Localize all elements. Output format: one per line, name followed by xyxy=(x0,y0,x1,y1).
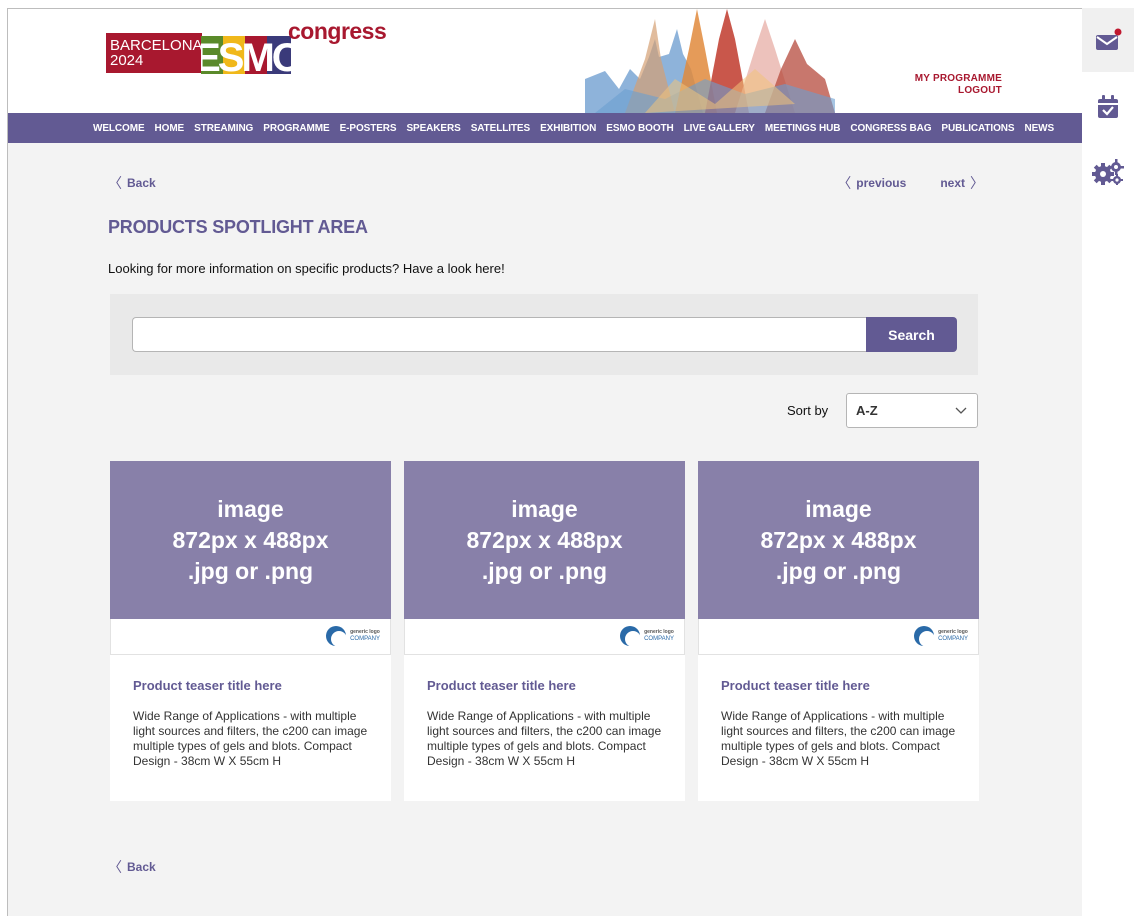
product-image-placeholder: image 872px x 488px .jpg or .png xyxy=(404,461,685,619)
logo-small-text: generic logo xyxy=(350,629,380,635)
chevron-left-icon: 〈 xyxy=(108,175,122,191)
product-description: Wide Range of Applications - with multip… xyxy=(133,709,368,768)
image-dimensions: 872px x 488px xyxy=(172,526,329,553)
sidebar-mail[interactable] xyxy=(1082,8,1134,72)
product-title[interactable]: Product teaser title here xyxy=(721,678,979,693)
nav-streaming[interactable]: STREAMING xyxy=(194,123,253,134)
product-image-placeholder: image 872px x 488px .jpg or .png xyxy=(698,461,979,619)
chevron-down-icon xyxy=(955,407,967,414)
gears-icon xyxy=(1092,159,1124,185)
image-dimensions: 872px x 488px xyxy=(466,526,623,553)
pagination-links: 〈 previous next 〉 xyxy=(837,173,984,193)
image-label: image xyxy=(511,495,578,522)
product-image-placeholder: image 872px x 488px .jpg or .png xyxy=(110,461,391,619)
sort-select[interactable]: A-Z xyxy=(846,393,978,428)
nav-programme[interactable]: PROGRAMME xyxy=(263,123,329,134)
main-content: 〈 Back 〈 previous next 〉 PRODUCTS SPOTLI… xyxy=(8,143,1082,916)
product-card[interactable]: image 872px x 488px .jpg or .png generic… xyxy=(404,461,685,801)
back-label: Back xyxy=(127,176,156,190)
barcelona-skyline-graphic xyxy=(585,9,835,113)
nav-satellites[interactable]: SATELLITES xyxy=(471,123,530,134)
logo-small-text: generic logo xyxy=(644,629,674,635)
header-links: MY PROGRAMME LOGOUT xyxy=(915,73,1002,97)
nav-exhibition[interactable]: EXHIBITION xyxy=(540,123,596,134)
company-logo: generic logo COMPANY xyxy=(619,625,674,647)
next-link[interactable]: next 〉 xyxy=(940,173,984,193)
nav-home[interactable]: HOME xyxy=(155,123,185,134)
company-logo: generic logo COMPANY xyxy=(325,625,380,647)
logo-year: 2024 xyxy=(110,52,144,69)
company-logo-icon xyxy=(620,626,642,647)
back-link-top[interactable]: 〈 Back xyxy=(108,173,156,193)
company-logo-icon xyxy=(914,626,936,647)
back-link-bottom[interactable]: 〈 Back xyxy=(108,857,156,877)
image-formats: .jpg or .png xyxy=(481,557,608,584)
back-label: Back xyxy=(127,860,156,874)
image-label: image xyxy=(805,495,872,522)
intro-text: Looking for more information on specific… xyxy=(108,261,505,276)
product-title[interactable]: Product teaser title here xyxy=(133,678,391,693)
company-logo-icon xyxy=(326,626,348,647)
nav-meetings-hub[interactable]: MEETINGS HUB xyxy=(765,123,841,134)
product-card[interactable]: image 872px x 488px .jpg or .png generic… xyxy=(110,461,391,801)
nav-welcome[interactable]: WELCOME xyxy=(93,123,145,134)
unread-dot xyxy=(1114,28,1122,36)
calendar-check-icon xyxy=(1098,95,1118,118)
sort-selected-value: A-Z xyxy=(856,403,878,418)
company-logo-strip: generic logo COMPANY xyxy=(404,619,685,655)
product-description: Wide Range of Applications - with multip… xyxy=(427,709,662,768)
chevron-left-icon: 〈 xyxy=(108,859,122,875)
nav-congress-bag[interactable]: CONGRESS BAG xyxy=(850,123,931,134)
nav-live-gallery[interactable]: LIVE GALLERY xyxy=(684,123,755,134)
logo-city: BARCELONA xyxy=(110,37,203,54)
logo-company-text: COMPANY xyxy=(644,636,674,642)
logo-small-text: generic logo xyxy=(938,629,968,635)
image-dimensions: 872px x 488px xyxy=(760,526,917,553)
image-formats: .jpg or .png xyxy=(187,557,314,584)
previous-label: previous xyxy=(856,176,907,190)
logo-congress: congress xyxy=(288,18,387,44)
main-nav: WELCOME HOME STREAMING PROGRAMME E-POSTE… xyxy=(8,113,1082,143)
sidebar-calendar[interactable] xyxy=(1082,72,1134,142)
sidebar-settings[interactable] xyxy=(1082,142,1134,202)
mail-icon xyxy=(1096,28,1122,50)
search-button[interactable]: Search xyxy=(866,317,957,352)
sort-label: Sort by xyxy=(787,403,829,418)
image-formats: .jpg or .png xyxy=(775,557,902,584)
previous-link[interactable]: 〈 previous xyxy=(837,173,906,193)
nav-esmo-booth[interactable]: ESMO BOOTH xyxy=(606,123,673,134)
chevron-left-icon: 〈 xyxy=(837,175,852,191)
product-description: Wide Range of Applications - with multip… xyxy=(721,709,956,768)
company-logo-strip: generic logo COMPANY xyxy=(698,619,979,655)
nav-publications[interactable]: PUBLICATIONS xyxy=(941,123,1014,134)
chevron-right-icon: 〉 xyxy=(970,175,984,191)
logout-link[interactable]: LOGOUT xyxy=(915,85,1002,97)
image-label: image xyxy=(217,495,284,522)
search-input[interactable] xyxy=(132,317,867,352)
esmo-logo: ESMO xyxy=(201,36,293,74)
nav-news[interactable]: NEWS xyxy=(1024,123,1054,134)
product-card[interactable]: image 872px x 488px .jpg or .png generic… xyxy=(698,461,979,801)
nav-speakers[interactable]: SPEAKERS xyxy=(406,123,460,134)
company-logo-strip: generic logo COMPANY xyxy=(110,619,391,655)
my-programme-link[interactable]: MY PROGRAMME xyxy=(915,73,1002,85)
logo-company-text: COMPANY xyxy=(938,636,968,642)
logo-company-text: COMPANY xyxy=(350,636,380,642)
search-panel: Search xyxy=(110,294,978,375)
svg-text:ESMO: ESMO xyxy=(201,36,293,74)
nav-e-posters[interactable]: E-POSTERS xyxy=(340,123,397,134)
barcelona-logo: BARCELONA 2024 xyxy=(106,33,203,73)
company-logo: generic logo COMPANY xyxy=(913,625,968,647)
site-header: BARCELONA 2024 ESMO congress MY PROGRAMM… xyxy=(8,9,1082,113)
product-title[interactable]: Product teaser title here xyxy=(427,678,685,693)
page-title: PRODUCTS SPOTLIGHT AREA xyxy=(108,217,368,237)
next-label: next xyxy=(940,176,965,190)
